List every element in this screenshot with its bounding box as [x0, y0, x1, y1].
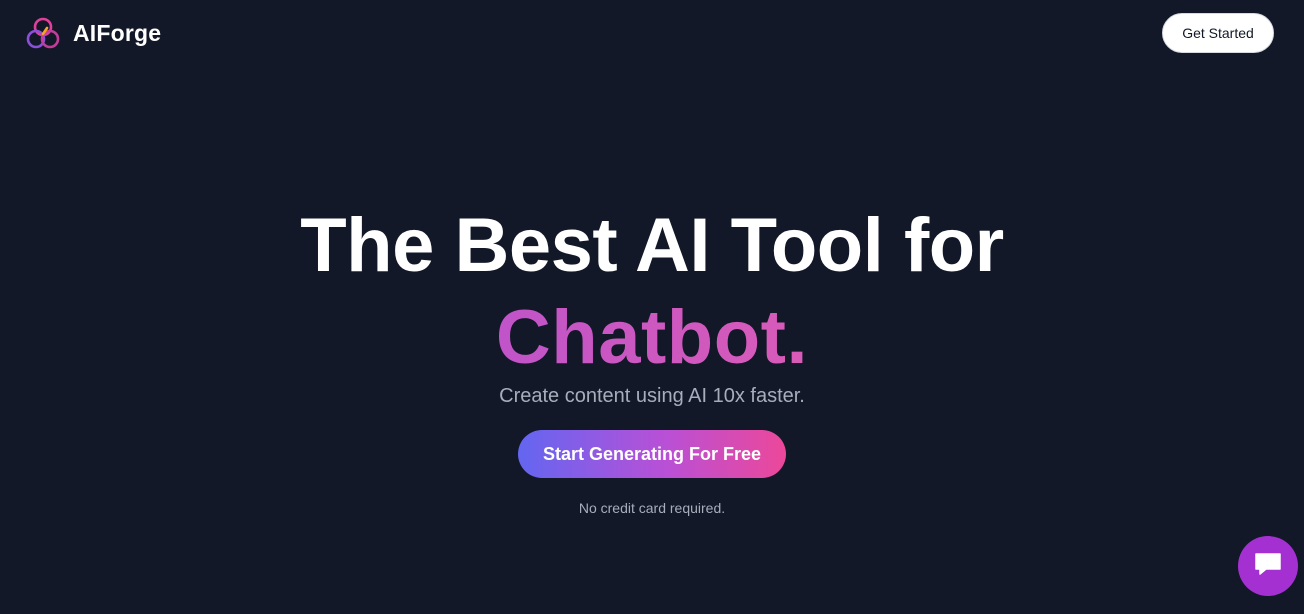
three-rings-logo-icon [25, 16, 61, 50]
brand-name: AIForge [73, 19, 162, 46]
start-generating-button[interactable]: Start Generating For Free [518, 430, 786, 478]
chat-bubble-icon [1253, 551, 1283, 582]
hero-headline: The Best AI Tool for [300, 203, 1004, 288]
chat-launcher-button[interactable] [1238, 536, 1298, 596]
hero-section: The Best AI Tool for Chatbot. Create con… [0, 200, 1304, 518]
get-started-button[interactable]: Get Started [1162, 13, 1274, 53]
top-navbar: AIForge Get Started [0, 0, 1304, 66]
brand-logo-link[interactable]: AIForge [25, 14, 161, 52]
hero-subheadline: Create content using AI 10x faster. [499, 385, 805, 407]
no-credit-card-note: No credit card required. [578, 500, 726, 516]
hero-headline-accent: Chatbot. [495, 295, 809, 380]
landing-page: AIForge Get Started The Best AI Tool for… [0, 0, 1304, 614]
hero-headline-accent-wrap: Chatbot. [0, 292, 1304, 384]
